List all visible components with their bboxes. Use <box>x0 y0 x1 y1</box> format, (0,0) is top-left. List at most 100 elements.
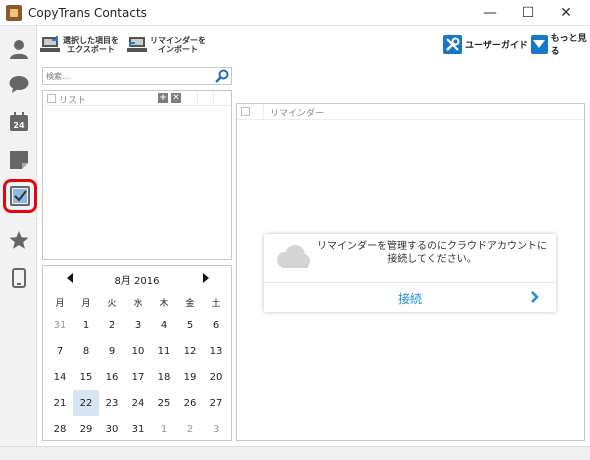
cloud-icon <box>277 245 310 268</box>
checkbox-icon <box>10 186 30 206</box>
calendar-day[interactable]: 1 <box>151 416 177 442</box>
weekday-label: 木 <box>159 298 169 309</box>
calendar-day[interactable]: 14 <box>47 364 73 390</box>
calendar-day[interactable]: 30 <box>99 416 125 442</box>
calendar-week: 14 15 16 17 18 19 20 <box>47 364 229 390</box>
calendar-day[interactable]: 11 <box>151 338 177 364</box>
calendar-day[interactable]: 29 <box>73 416 99 442</box>
calendar-day[interactable]: 9 <box>99 338 125 364</box>
reminders-select-all-checkbox[interactable] <box>241 107 250 116</box>
reminders-header: リマインダー <box>237 104 584 120</box>
calendar-badge: 24 <box>13 121 25 130</box>
sidebar-item-calendar[interactable]: 24 <box>4 107 34 137</box>
calendar-day[interactable]: 21 <box>47 390 73 416</box>
calendar-day[interactable]: 7 <box>47 338 73 364</box>
card-divider <box>264 282 556 283</box>
app-logo-icon <box>6 5 22 21</box>
calendar-day-selected[interactable]: 22 <box>73 390 99 416</box>
sidebar-item-notes[interactable] <box>4 145 34 175</box>
window-title: CopyTrans Contacts <box>28 6 147 20</box>
export-selected-button[interactable]: 選択した項目を エクスポート <box>40 33 119 57</box>
minimize-button[interactable]: — <box>472 0 508 26</box>
calendar-day[interactable]: 2 <box>99 312 125 338</box>
column-divider <box>263 104 264 120</box>
user-guide-label: ユーザーガイド <box>465 40 528 51</box>
calendar-icon: 24 <box>10 112 28 131</box>
column-divider <box>213 91 214 106</box>
sidebar-item-contacts[interactable] <box>4 34 34 64</box>
calendar-week: 21 22 23 24 25 26 27 <box>47 390 229 416</box>
calendar-day[interactable]: 23 <box>99 390 125 416</box>
phone-icon <box>12 268 26 288</box>
add-list-button[interactable]: + <box>158 93 168 103</box>
export-icon <box>40 36 60 52</box>
calendar-week: 7 8 9 10 11 12 13 <box>47 338 229 364</box>
import-reminders-button[interactable]: リマインダーを インポート <box>127 33 206 57</box>
calendar-day[interactable]: 10 <box>125 338 151 364</box>
calendar-day[interactable]: 3 <box>125 312 151 338</box>
lists-header: リスト + ✕ <box>43 91 231 106</box>
weekday-label: 月 <box>55 298 65 309</box>
calendar-day[interactable]: 8 <box>73 338 99 364</box>
sidebar-item-messages[interactable] <box>4 69 34 99</box>
see-more-label: もっと見る <box>550 34 587 57</box>
connect-message: リマインダーを管理するのにクラウドアカウントに接続してください。 <box>317 241 547 265</box>
import-label: リマインダーを インポート <box>150 36 206 54</box>
calendar-day[interactable]: 6 <box>203 312 229 338</box>
calendar-week: 28 29 30 31 1 2 3 <box>47 416 229 442</box>
sidebar-item-favorites[interactable] <box>4 225 34 255</box>
star-icon <box>9 231 29 249</box>
lists-select-all-checkbox[interactable] <box>47 94 56 103</box>
user-guide-button[interactable]: ユーザーガイド <box>443 34 528 54</box>
next-month-button[interactable] <box>203 273 209 283</box>
calendar-day[interactable]: 28 <box>47 416 73 442</box>
calendar-day[interactable]: 19 <box>177 364 203 390</box>
see-more-button[interactable]: もっと見る <box>531 34 590 57</box>
weekday-label: 月 <box>81 298 91 309</box>
search-box <box>42 67 232 85</box>
calendar-day[interactable]: 3 <box>203 416 229 442</box>
calendar-day[interactable]: 12 <box>177 338 203 364</box>
chevron-right-icon[interactable] <box>530 291 540 303</box>
connect-button[interactable]: 接続 <box>264 290 556 307</box>
chevron-down-icon <box>531 34 548 54</box>
export-label: 選択した項目を エクスポート <box>63 36 119 54</box>
calendar-day[interactable]: 24 <box>125 390 151 416</box>
calendar-grid: 月 月 火 水 木 金 土 31 1 2 3 4 5 6 7 8 9 10 11… <box>47 292 229 442</box>
person-icon <box>10 40 28 59</box>
note-icon <box>10 151 28 169</box>
close-button[interactable]: ✕ <box>548 0 584 26</box>
weekday-label: 水 <box>133 298 143 309</box>
calendar-day[interactable]: 20 <box>203 364 229 390</box>
calendar-day[interactable]: 4 <box>151 312 177 338</box>
calendar-day[interactable]: 17 <box>125 364 151 390</box>
calendar-day[interactable]: 26 <box>177 390 203 416</box>
calendar-day[interactable]: 31 <box>47 312 73 338</box>
weekday-label: 土 <box>211 298 221 309</box>
calendar-day[interactable]: 15 <box>73 364 99 390</box>
calendar-day[interactable]: 27 <box>203 390 229 416</box>
weekday-label: 金 <box>185 298 195 309</box>
calendar-day[interactable]: 1 <box>73 312 99 338</box>
wrench-icon <box>443 34 462 54</box>
calendar-widget: 8月 2016 月 月 火 水 木 金 土 31 1 2 3 4 5 6 7 8… <box>42 265 232 441</box>
calendar-day[interactable]: 16 <box>99 364 125 390</box>
status-bar <box>0 446 590 460</box>
calendar-day[interactable]: 31 <box>125 416 151 442</box>
calendar-day[interactable]: 2 <box>177 416 203 442</box>
calendar-day[interactable]: 5 <box>177 312 203 338</box>
column-divider <box>197 91 198 106</box>
speech-bubble-icon <box>9 76 29 93</box>
weekday-header: 月 月 火 水 木 金 土 <box>47 292 229 312</box>
calendar-day[interactable]: 13 <box>203 338 229 364</box>
maximize-button[interactable]: ☐ <box>510 0 546 26</box>
sidebar: 24 <box>0 26 37 446</box>
sidebar-item-reminders[interactable] <box>3 179 37 213</box>
calendar-day[interactable]: 25 <box>151 390 177 416</box>
lists-header-label: リスト <box>59 96 87 106</box>
search-icon[interactable] <box>215 69 229 83</box>
search-input[interactable] <box>46 70 211 82</box>
sidebar-item-device[interactable] <box>4 263 34 293</box>
calendar-day[interactable]: 18 <box>151 364 177 390</box>
delete-list-button[interactable]: ✕ <box>171 93 181 103</box>
